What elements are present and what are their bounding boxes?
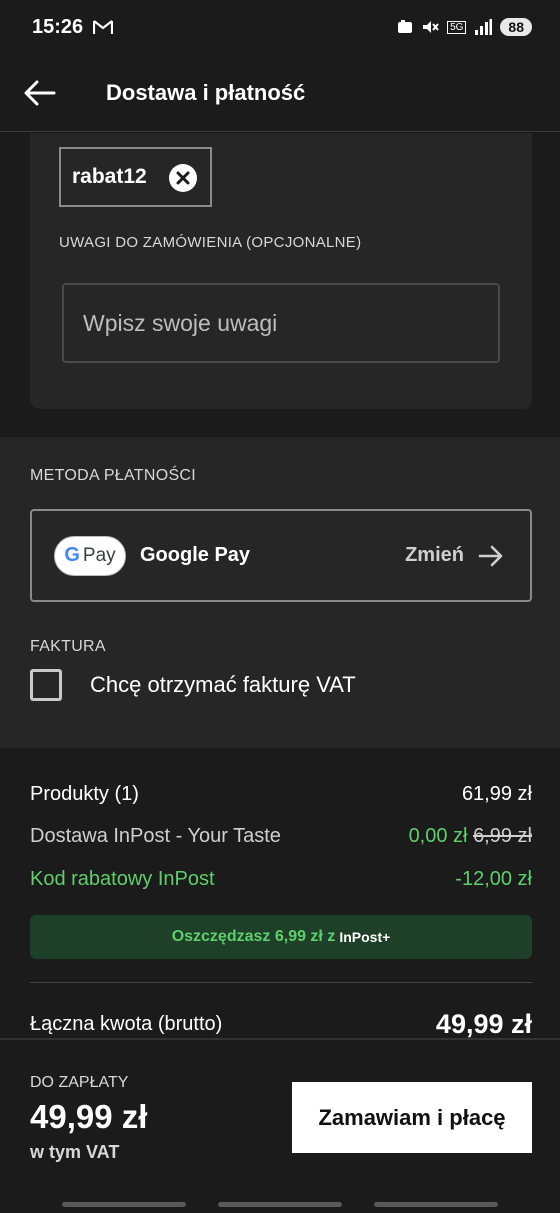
summary-discount-row: Kod rabatowy InPost -12,00 zł xyxy=(30,868,532,891)
close-icon xyxy=(176,171,190,185)
google-pay-text: Pay xyxy=(82,544,116,566)
inpost-plus-logo: InPost+ xyxy=(339,929,391,945)
status-bar: 15:26 5G 88 xyxy=(0,0,560,54)
change-payment-label: Zmień xyxy=(405,544,464,566)
signal-icon xyxy=(475,19,493,35)
delivery-values: 0,00 zł 6,99 zł xyxy=(409,825,532,848)
page-title: Dostawa i płatność xyxy=(106,79,306,105)
status-right: 5G 88 xyxy=(397,18,532,36)
summary-products-row: Produkty (1) 61,99 zł xyxy=(30,783,532,806)
google-pay-logo: G Pay xyxy=(54,535,126,576)
checkout-scroll-area[interactable]: rabat12 UWAGI DO ZAMÓWIENIA (OPCJONALNE)… xyxy=(0,133,560,1038)
status-time: 15:26 xyxy=(32,15,84,38)
google-g-icon: G xyxy=(64,544,80,566)
total-value: 49,99 zł xyxy=(435,1009,532,1038)
discount-code-text: rabat12 xyxy=(72,165,147,188)
back-button[interactable] xyxy=(0,54,80,132)
checkout-bar: DO ZAPŁATY 49,99 zł w tym VAT Zamawiam i… xyxy=(0,1038,560,1213)
nav-pill xyxy=(62,1202,186,1207)
discount-code-chip: rabat12 xyxy=(59,147,212,207)
delivery-old-value: 6,99 zł xyxy=(473,825,532,847)
gmail-icon xyxy=(93,20,114,34)
amount-due-label: DO ZAPŁATY xyxy=(30,1074,129,1091)
products-label: Produkty (1) xyxy=(30,783,139,805)
notes-input[interactable] xyxy=(62,283,500,363)
change-payment-button[interactable]: Zmień xyxy=(405,544,504,567)
app-bar: Dostawa i płatność xyxy=(0,54,560,132)
savings-banner: Oszczędzasz 6,99 zł z InPost+ xyxy=(30,915,532,959)
discount-value: -12,00 zł xyxy=(455,868,532,890)
total-label: Łączna kwota (brutto) xyxy=(30,1013,223,1035)
notes-label: UWAGI DO ZAMÓWIENIA (OPCJONALNE) xyxy=(59,234,362,251)
savings-text: Oszczędzasz 6,99 zł z xyxy=(171,928,336,945)
vat-note: w tym VAT xyxy=(30,1142,120,1162)
payment-method-name: Google Pay xyxy=(140,544,251,566)
summary-divider xyxy=(30,982,532,983)
discount-label: Kod rabatowy InPost xyxy=(30,868,215,890)
delivery-value: 0,00 zł xyxy=(408,825,468,847)
summary-delivery-row: Dostawa InPost - Your Taste 0,00 zł 6,99… xyxy=(30,825,532,848)
remove-discount-button[interactable] xyxy=(169,164,197,192)
payment-invoice-section: METODA PŁATNOŚCI G Pay Google Pay Zmień … xyxy=(0,437,560,748)
payment-method-selector[interactable]: G Pay Google Pay Zmień xyxy=(30,509,532,602)
network-label: 5G xyxy=(447,20,467,34)
arrow-left-icon xyxy=(24,80,56,105)
nav-pill xyxy=(374,1202,498,1207)
products-value: 61,99 zł xyxy=(461,783,532,805)
nav-pill xyxy=(218,1202,342,1207)
payment-method-label: METODA PŁATNOŚCI xyxy=(30,467,197,484)
arrow-right-icon xyxy=(478,545,503,566)
invoice-option[interactable]: Chcę otrzymać fakturę VAT xyxy=(30,669,356,701)
summary-total-row: Łączna kwota (brutto) 49,99 zł xyxy=(30,1009,532,1038)
battery-level: 88 xyxy=(500,18,532,36)
invoice-checkbox-label: Chcę otrzymać fakturę VAT xyxy=(90,672,356,697)
delivery-label: Dostawa InPost - Your Taste xyxy=(30,825,281,847)
amount-due-value: 49,99 zł xyxy=(30,1098,148,1135)
status-left: 15:26 xyxy=(32,15,114,39)
mute-icon xyxy=(423,21,439,33)
invoice-checkbox[interactable] xyxy=(30,669,62,701)
place-order-button[interactable]: Zamawiam i płacę xyxy=(292,1082,532,1153)
discount-and-notes-card: rabat12 UWAGI DO ZAMÓWIENIA (OPCJONALNE) xyxy=(30,133,532,409)
invoice-label: FAKTURA xyxy=(30,638,106,655)
gesture-nav-bar xyxy=(62,1202,498,1207)
card-icon xyxy=(398,20,413,33)
